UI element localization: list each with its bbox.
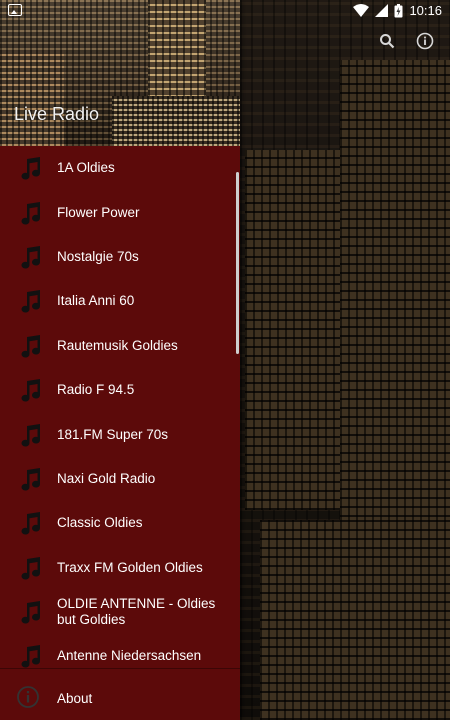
station-item[interactable]: Flower Power	[0, 190, 240, 234]
music-note-icon	[16, 554, 44, 582]
wifi-icon	[353, 4, 370, 17]
music-note-icon	[16, 421, 44, 449]
station-label: 1A Oldies	[57, 160, 115, 176]
divider	[0, 668, 240, 669]
station-label: Naxi Gold Radio	[57, 470, 156, 486]
station-label: OLDIE ANTENNE - Oldies but Goldies	[57, 596, 216, 628]
info-icon[interactable]	[412, 28, 438, 54]
station-item[interactable]: Italia Anni 60	[0, 279, 240, 323]
station-label: Traxx FM Golden Oldies	[57, 559, 203, 575]
cellular-icon	[375, 4, 389, 17]
info-icon	[17, 686, 39, 708]
gallery-notification-icon	[8, 4, 22, 16]
station-label: Flower Power	[57, 204, 140, 220]
music-note-icon	[16, 598, 44, 626]
station-item[interactable]: Classic Oldies	[0, 501, 240, 545]
station-item[interactable]: 1A Oldies	[0, 146, 240, 190]
station-item[interactable]: Antenne Niedersachsen	[0, 634, 240, 668]
station-label: Rautemusik Goldies	[57, 337, 178, 353]
header-building	[0, 50, 64, 146]
music-note-icon	[16, 154, 44, 182]
station-item[interactable]: Radio F 94.5	[0, 368, 240, 412]
music-note-icon	[16, 332, 44, 360]
music-note-icon	[16, 243, 44, 271]
station-item[interactable]: OLDIE ANTENNE - Oldies but Goldies	[0, 590, 240, 634]
station-item[interactable]: Traxx FM Golden Oldies	[0, 546, 240, 590]
music-note-icon	[16, 509, 44, 537]
station-label: Nostalgie 70s	[57, 248, 139, 264]
station-item[interactable]: Rautemusik Goldies	[0, 324, 240, 368]
music-note-icon	[16, 465, 44, 493]
music-note-icon	[16, 287, 44, 315]
music-note-icon	[16, 642, 44, 668]
station-label: Italia Anni 60	[57, 293, 135, 309]
station-item[interactable]: Naxi Gold Radio	[0, 457, 240, 501]
station-list: 1A Oldies Flower Power Nostalgie 70s Italia…	[0, 146, 240, 668]
about-menu-item[interactable]: About	[0, 676, 240, 720]
scrollbar[interactable]	[236, 172, 239, 354]
station-label: Classic Oldies	[57, 515, 143, 531]
app-bar-actions	[372, 28, 442, 58]
navigation-drawer: Live Radio 1A Oldies Flower Power Nostalgi…	[0, 0, 240, 720]
station-item[interactable]: Nostalgie 70s	[0, 235, 240, 279]
battery-charging-icon	[394, 3, 403, 17]
station-label: Antenne Niedersachsen	[57, 648, 202, 664]
music-note-icon	[16, 376, 44, 404]
about-label: About	[57, 690, 93, 706]
search-icon[interactable]	[374, 28, 400, 54]
status-bar: 10:16	[0, 0, 450, 24]
music-note-icon	[16, 199, 44, 227]
clock: 10:16	[409, 3, 442, 18]
station-label: 181.FM Super 70s	[57, 426, 169, 442]
drawer-title: Live Radio	[14, 104, 100, 124]
station-item[interactable]: 181.FM Super 70s	[0, 412, 240, 456]
header-building	[112, 96, 240, 146]
station-label: Radio F 94.5	[57, 382, 135, 398]
